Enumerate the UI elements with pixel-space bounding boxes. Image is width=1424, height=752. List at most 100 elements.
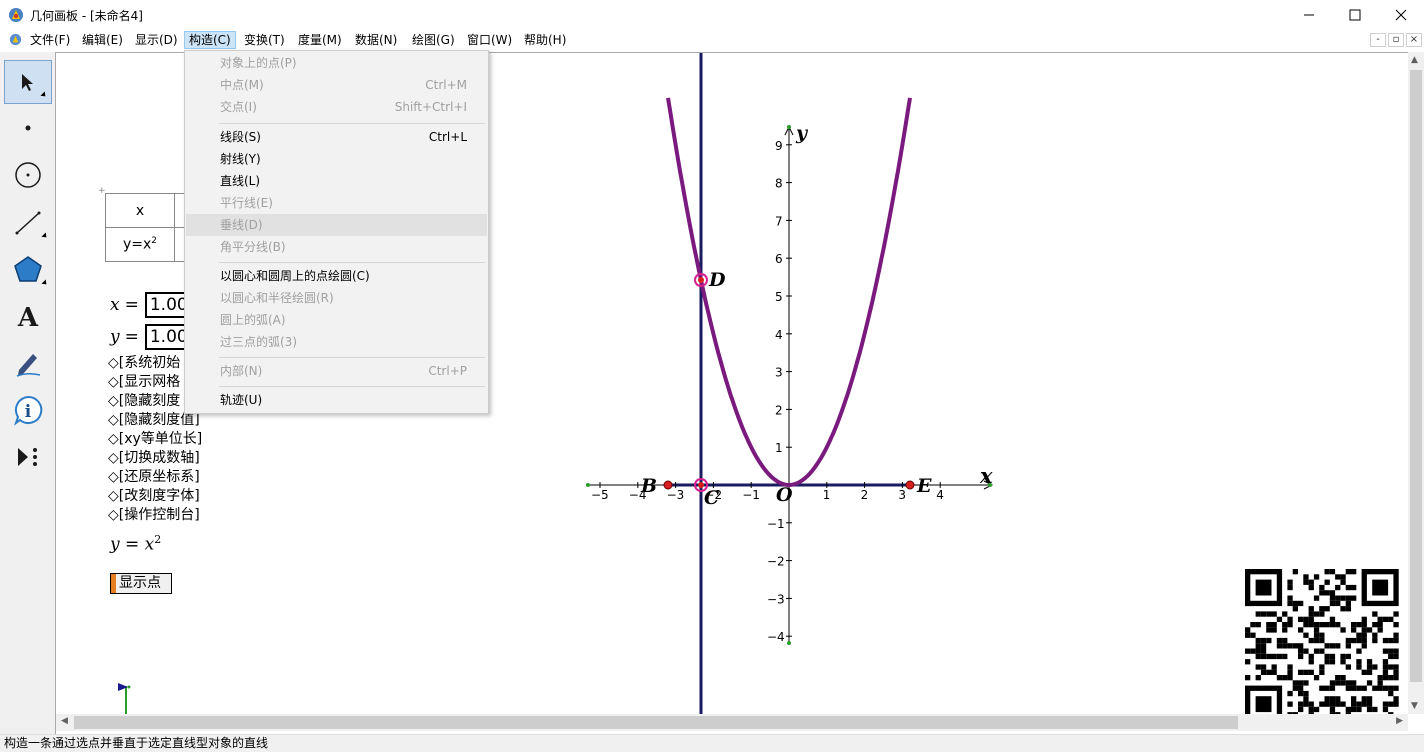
value-table[interactable]: x y=x2 xyxy=(105,193,185,262)
action-change-tick-font[interactable]: ◇[改刻度字体] xyxy=(108,487,200,506)
menu-file[interactable]: 文件(F) xyxy=(26,31,74,49)
polygon-icon xyxy=(14,256,42,282)
show-points-button[interactable]: 显示点 xyxy=(110,573,172,594)
geometers-sketchpad-icon xyxy=(9,8,23,22)
menu-item-label: 内部(N) xyxy=(220,364,263,378)
label-x-axis[interactable]: x xyxy=(979,463,993,488)
scroll-right-icon[interactable]: ▶ xyxy=(1396,716,1403,726)
action-equal-unit[interactable]: ◇[xy等单位长] xyxy=(108,430,202,449)
x-tick-label: 4 xyxy=(936,488,944,502)
y-tick-label: 1 xyxy=(775,441,783,455)
scroll-up-icon[interactable]: ▲ xyxy=(1411,55,1418,65)
information-tool[interactable]: i xyxy=(4,388,52,432)
menu-item-parallel-line[interactable]: 平行线(E) xyxy=(186,192,487,214)
table-cell xyxy=(174,193,185,228)
vertical-scrollbar[interactable]: ▲ ▼ xyxy=(1408,52,1424,714)
vertical-scroll-thumb[interactable] xyxy=(1410,70,1422,682)
menu-construct[interactable]: 构造(C) xyxy=(184,31,236,49)
straightedge-tool[interactable] xyxy=(4,200,52,244)
mdi-minimize-button[interactable]: - xyxy=(1370,33,1386,47)
formula-eq: = xyxy=(119,534,145,555)
y-tick-label: 4 xyxy=(775,328,783,342)
menu-item-label: 圆上的弧(A) xyxy=(220,313,286,327)
label-origin[interactable]: O xyxy=(776,484,793,506)
menu-item-line[interactable]: 直线(L) xyxy=(186,170,487,192)
point-e[interactable] xyxy=(905,480,915,490)
y-axis-endpoint[interactable] xyxy=(787,125,791,129)
menu-item-arc-three-points[interactable]: 过三点的弧(3) xyxy=(186,331,487,353)
polygon-tool[interactable] xyxy=(4,247,52,291)
y-ticks: 9 8 7 6 5 4 3 2 1 −1 −2 −3 −4 xyxy=(767,139,792,644)
table-row: y=x2 xyxy=(105,227,185,262)
param-y[interactable]: y = 1.00 xyxy=(110,324,191,350)
x-axis-endpoint[interactable] xyxy=(586,483,590,487)
action-show-grid[interactable]: ◇[显示网格 xyxy=(108,373,180,392)
menu-item-circle-center-point[interactable]: 以圆心和圆周上的点绘圆(C) xyxy=(186,265,487,287)
horizontal-scroll-thumb[interactable] xyxy=(74,716,1238,729)
menu-item-intersection[interactable]: 交点(I) Shift+Ctrl+I xyxy=(186,96,487,118)
label-e[interactable]: E xyxy=(916,475,932,497)
menu-item-label: 直线(L) xyxy=(220,174,261,188)
minimize-button[interactable] xyxy=(1286,0,1332,30)
text-tool[interactable]: A xyxy=(4,294,52,338)
menu-item-midpoint[interactable]: 中点(M) Ctrl+M xyxy=(186,74,487,96)
menu-measure[interactable]: 度量(M) xyxy=(294,31,346,49)
label-b[interactable]: B xyxy=(640,475,657,497)
param-x[interactable]: x = 1.00 xyxy=(110,292,191,318)
x-tick-label: 1 xyxy=(823,488,831,502)
function-formula[interactable]: y = x2 xyxy=(110,533,161,555)
flag-icon[interactable] xyxy=(116,683,136,715)
menu-item-label: 平行线(E) xyxy=(220,196,273,210)
menu-item-arc-on-circle[interactable]: 圆上的弧(A) xyxy=(186,309,487,331)
menu-item-label: 交点(I) xyxy=(220,100,257,114)
mdi-close-button[interactable]: × xyxy=(1406,33,1422,47)
point-b[interactable] xyxy=(663,480,673,490)
label-y-axis[interactable]: y xyxy=(795,122,809,144)
scroll-down-icon[interactable]: ▼ xyxy=(1411,701,1418,711)
close-button[interactable] xyxy=(1378,0,1424,30)
menu-item-segment[interactable]: 线段(S) Ctrl+L xyxy=(186,126,487,148)
menu-help[interactable]: 帮助(H) xyxy=(520,31,570,49)
mdi-restore-button[interactable]: ▫ xyxy=(1388,33,1404,47)
scroll-left-icon[interactable]: ◀ xyxy=(61,716,68,726)
y-axis-endpoint[interactable] xyxy=(787,641,791,645)
menu-item-label: 以圆心和半径绘圆(R) xyxy=(220,291,334,305)
maximize-button[interactable] xyxy=(1332,0,1378,30)
document-icon[interactable] xyxy=(8,32,23,47)
action-restore-coords[interactable]: ◇[还原坐标系] xyxy=(108,468,200,487)
menu-display[interactable]: 显示(D) xyxy=(131,31,182,49)
label-c[interactable]: C xyxy=(704,487,719,509)
menu-transform[interactable]: 变换(T) xyxy=(240,31,289,49)
action-control-console[interactable]: ◇[操作控制台] xyxy=(108,506,200,525)
status-bar: 构造一条通过选点并垂直于选定直线型对象的直线 xyxy=(0,734,1424,752)
menu-item-angle-bisector[interactable]: 角平分线(B) xyxy=(186,236,487,258)
menu-item-locus[interactable]: 轨迹(U) xyxy=(186,389,487,411)
menu-graph[interactable]: 绘图(G) xyxy=(408,31,459,49)
horizontal-scrollbar[interactable]: ◀ ▶ xyxy=(56,714,1408,731)
menu-item-point-on-object[interactable]: 对象上的点(P) xyxy=(186,52,487,74)
label-d[interactable]: D xyxy=(708,269,726,291)
marker-tool[interactable] xyxy=(4,341,52,385)
menu-item-circle-center-radius[interactable]: 以圆心和半径绘圆(R) xyxy=(186,287,487,309)
menu-data[interactable]: 数据(N) xyxy=(351,31,401,49)
y-tick-label: −2 xyxy=(767,555,785,569)
table-cell xyxy=(174,227,185,262)
custom-tool[interactable] xyxy=(4,435,52,479)
point-d[interactable] xyxy=(698,277,704,283)
menu-item-label: 角平分线(B) xyxy=(220,240,286,254)
menu-item-interior[interactable]: 内部(N) Ctrl+P xyxy=(186,360,487,382)
arrow-select-tool[interactable] xyxy=(4,60,52,104)
y-tick-label: 6 xyxy=(775,252,783,266)
menu-item-perpendicular-line[interactable]: 垂线(D) xyxy=(186,214,487,236)
menu-edit[interactable]: 编辑(E) xyxy=(78,31,127,49)
menu-separator xyxy=(219,357,485,358)
compass-tool[interactable] xyxy=(4,153,52,197)
info-icon: i xyxy=(14,395,43,426)
x-tick-label: 3 xyxy=(898,488,906,502)
menu-item-ray[interactable]: 射线(Y) xyxy=(186,148,487,170)
action-hide-ticks[interactable]: ◇[隐藏刻度 xyxy=(108,392,180,411)
menu-window[interactable]: 窗口(W) xyxy=(463,31,516,49)
action-switch-number-axis[interactable]: ◇[切换成数轴] xyxy=(108,449,200,468)
action-system-init[interactable]: ◇[系统初始 xyxy=(108,354,180,373)
point-tool[interactable] xyxy=(4,106,52,150)
